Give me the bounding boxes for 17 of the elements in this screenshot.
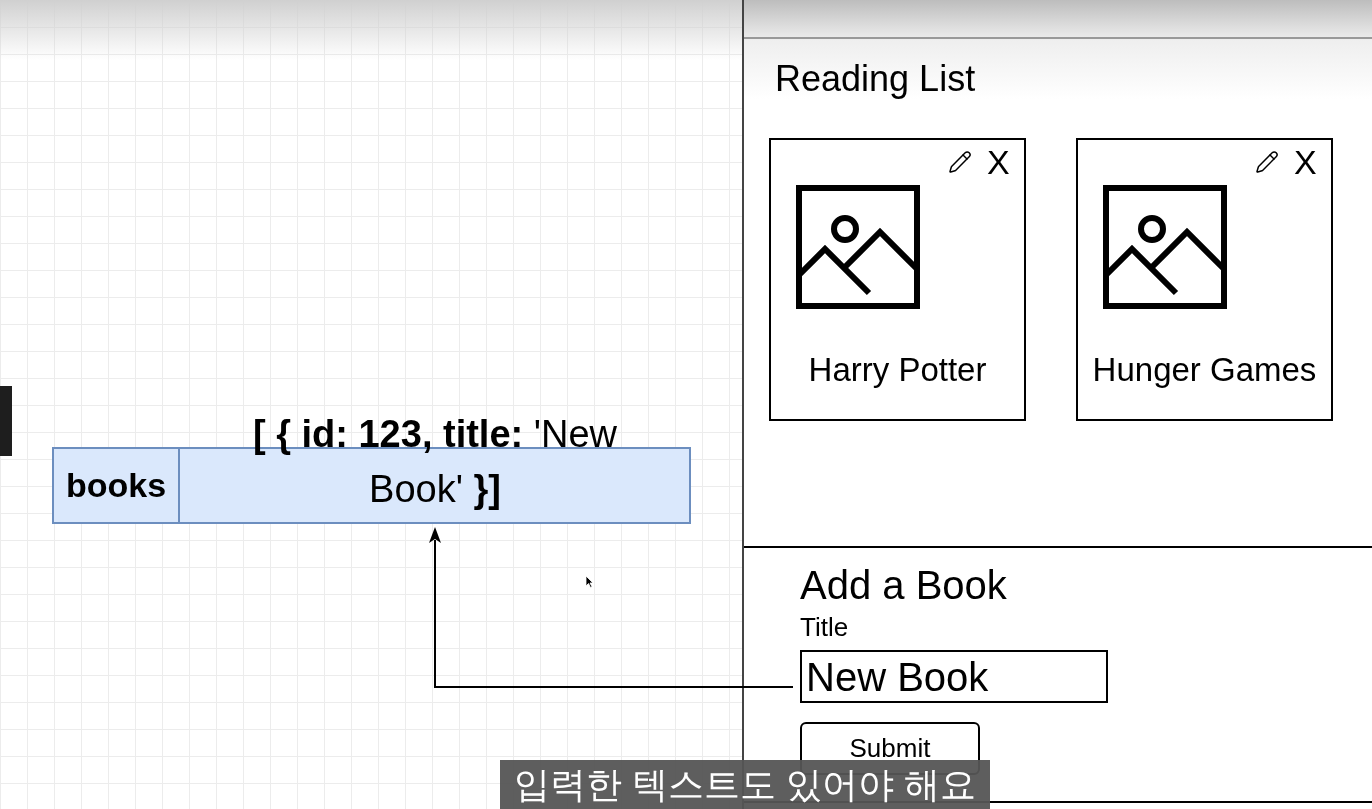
table-name: books bbox=[65, 465, 167, 506]
pencil-icon[interactable] bbox=[1255, 150, 1279, 174]
delete-button[interactable]: X bbox=[1294, 142, 1317, 182]
subtitle-toast: 입력한 텍스트도 있어야 해요 bbox=[500, 760, 990, 809]
image-placeholder-icon bbox=[796, 185, 920, 309]
delete-button[interactable]: X bbox=[987, 142, 1010, 182]
mouse-cursor-icon bbox=[585, 575, 594, 588]
panel-edge bbox=[0, 386, 12, 456]
table-value: [ { id: 123, title: 'New Book' }] bbox=[251, 412, 619, 512]
title-input-field[interactable]: New Book bbox=[800, 650, 1108, 703]
image-placeholder-icon bbox=[1103, 185, 1227, 309]
section-title: Reading List bbox=[775, 57, 976, 101]
field-label: Title bbox=[800, 612, 849, 642]
form-title: Add a Book bbox=[800, 562, 1007, 609]
book-title: Hunger Games bbox=[1092, 350, 1317, 390]
book-title: Harry Potter bbox=[808, 350, 987, 390]
pencil-icon[interactable] bbox=[948, 150, 972, 174]
